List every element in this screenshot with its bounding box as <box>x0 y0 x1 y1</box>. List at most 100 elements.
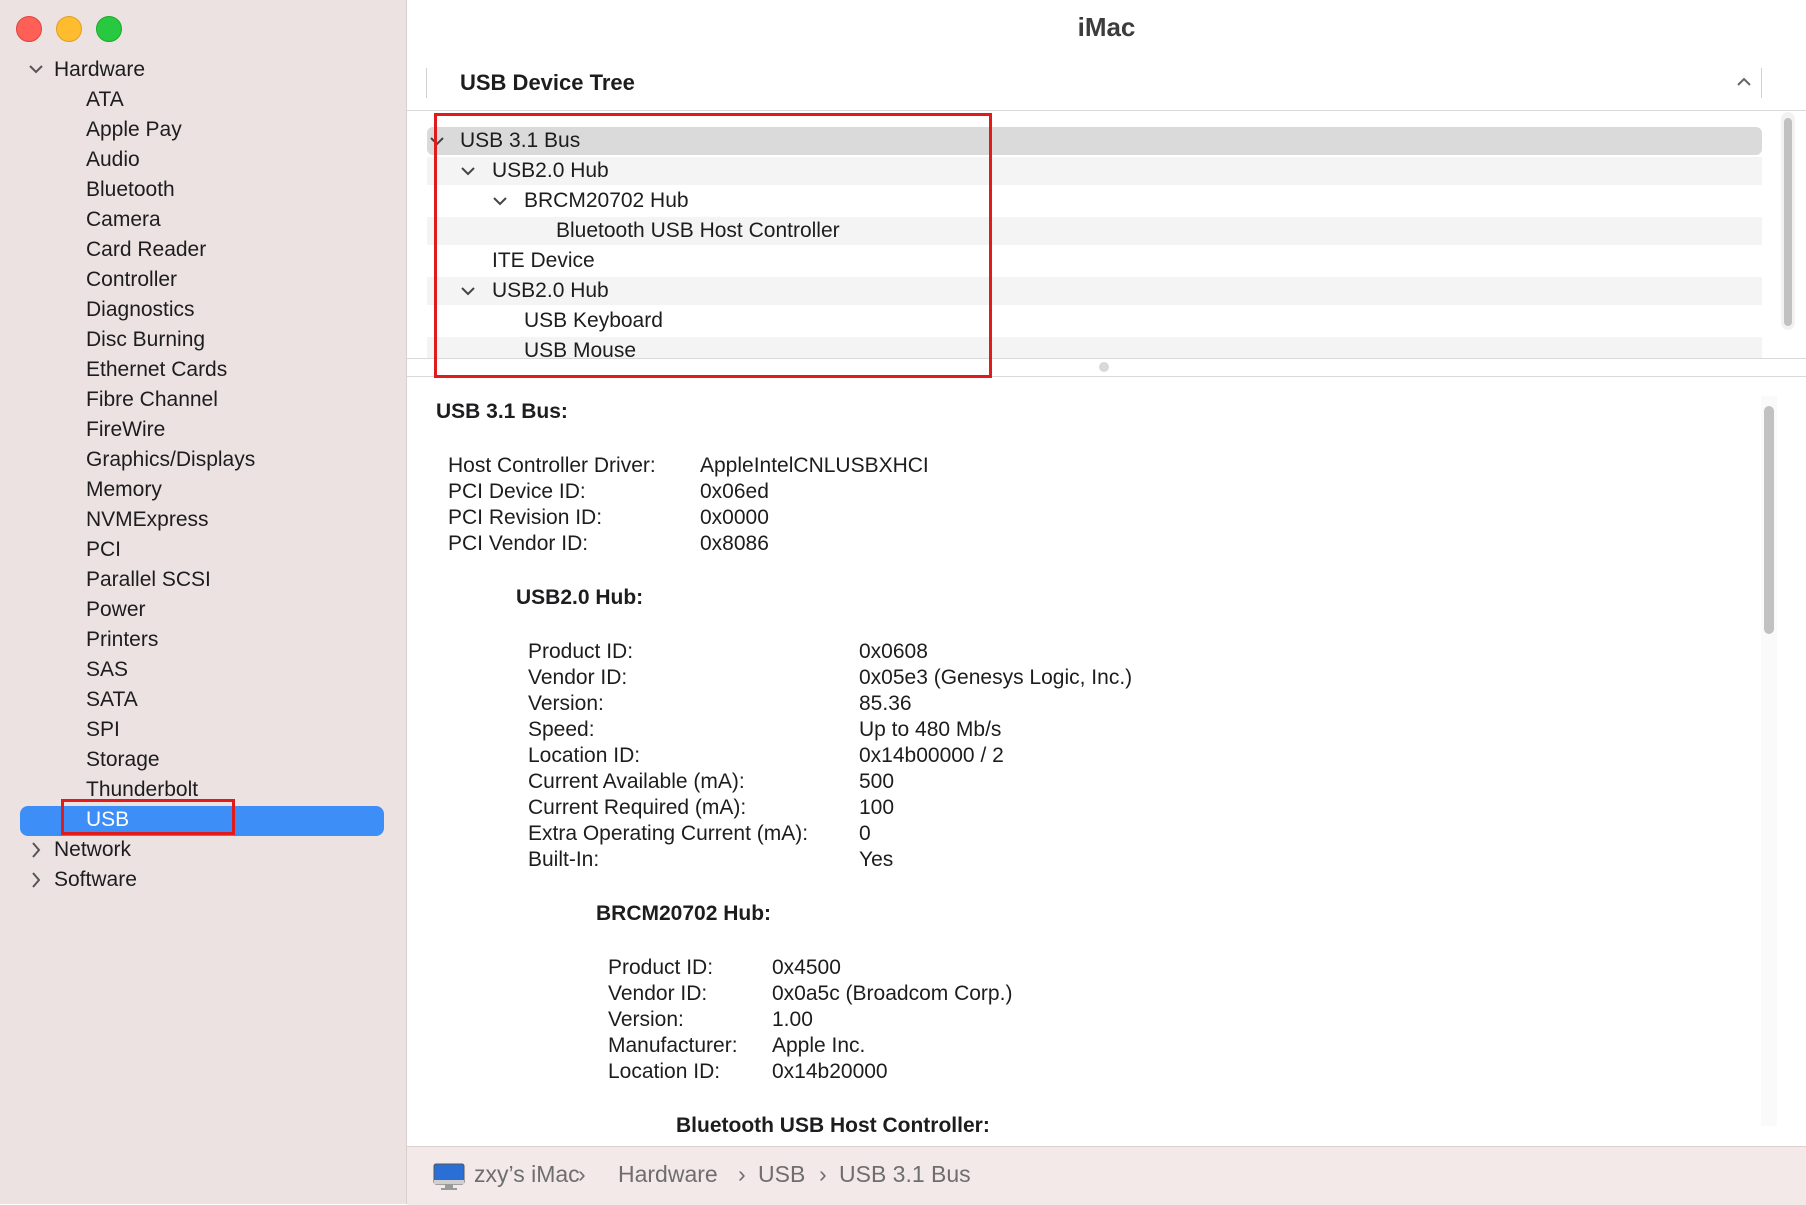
sidebar-item-sas[interactable]: SAS <box>0 655 406 685</box>
sidebar-item-ethernet-cards[interactable]: Ethernet Cards <box>0 355 406 385</box>
detail-value: 0x14b20000 <box>772 1060 888 1083</box>
detail-value: 500 <box>859 770 895 793</box>
sidebar-item-label: SAS <box>86 658 129 681</box>
detail-key: Version: <box>608 1008 684 1031</box>
sidebar-item-sata[interactable]: SATA <box>0 685 406 715</box>
zoom-window-button[interactable] <box>96 16 122 42</box>
detail-section-title: USB 3.1 Bus: <box>436 400 568 423</box>
chevron-down-icon <box>29 65 43 74</box>
detail-value: 0x0608 <box>859 640 928 663</box>
sidebar-item-apple-pay[interactable]: Apple Pay <box>0 115 406 145</box>
sidebar-item-parallel-scsi[interactable]: Parallel SCSI <box>0 565 406 595</box>
detail-key: Location ID: <box>608 1060 721 1083</box>
minimize-window-button[interactable] <box>56 16 82 42</box>
imac-icon <box>433 1163 465 1190</box>
annotation-highlight-box <box>61 799 235 835</box>
path-separator: › <box>578 1161 586 1187</box>
splitter-handle[interactable] <box>1099 362 1109 372</box>
tree-column-header[interactable]: USB Device Tree <box>426 68 1762 98</box>
sidebar-item-disc-burning[interactable]: Disc Burning <box>0 325 406 355</box>
sidebar-item-ata[interactable]: ATA <box>0 85 406 115</box>
scrollbar-thumb[interactable] <box>1784 118 1792 326</box>
sidebar-group-hardware[interactable]: Hardware <box>0 55 406 85</box>
close-window-button[interactable] <box>16 16 42 42</box>
tree-scrollbar[interactable] <box>1781 112 1795 330</box>
sidebar-item-card-reader[interactable]: Card Reader <box>0 235 406 265</box>
path-computer[interactable]: zxy’s iMac <box>474 1161 580 1188</box>
sidebar-item-label: Bluetooth <box>86 178 175 201</box>
sidebar-item-storage[interactable]: Storage <box>0 745 406 775</box>
sidebar-item-diagnostics[interactable]: Diagnostics <box>0 295 406 325</box>
sidebar-item-firewire[interactable]: FireWire <box>0 415 406 445</box>
sidebar-item-pci[interactable]: PCI <box>0 535 406 565</box>
sidebar-item-label: Storage <box>86 748 160 771</box>
sidebar-item-label: Controller <box>86 268 178 291</box>
sidebar-item-fibre-channel[interactable]: Fibre Channel <box>0 385 406 415</box>
sidebar-item-graphics-displays[interactable]: Graphics/Displays <box>0 445 406 475</box>
sidebar-item-nvmexpress[interactable]: NVMExpress <box>0 505 406 535</box>
sidebar-item-label: SPI <box>86 718 120 741</box>
detail-key: Extra Operating Current (mA): <box>528 822 809 845</box>
detail-value: 100 <box>859 796 895 819</box>
path-usb[interactable]: USB <box>758 1161 805 1188</box>
detail-scrollbar[interactable] <box>1761 396 1777 1126</box>
sidebar-item-printers[interactable]: Printers <box>0 625 406 655</box>
sidebar-item-spi[interactable]: SPI <box>0 715 406 745</box>
detail-value: 0 <box>859 822 871 845</box>
detail-value: 0x14b00000 / 2 <box>859 744 1004 767</box>
detail-key: Current Required (mA): <box>528 796 747 819</box>
sidebar-item-label: Printers <box>86 628 159 651</box>
sidebar-item-label: Power <box>86 598 146 621</box>
detail-section-title: Bluetooth USB Host Controller: <box>676 1114 990 1137</box>
detail-value: Up to 480 Mb/s <box>859 718 1002 741</box>
scrollbar-thumb[interactable] <box>1764 406 1774 634</box>
sidebar-item-label: Ethernet Cards <box>86 358 228 381</box>
detail-section-title: BRCM20702 Hub: <box>596 902 772 925</box>
sidebar-item-bluetooth[interactable]: Bluetooth <box>0 175 406 205</box>
detail-key: PCI Vendor ID: <box>448 532 589 555</box>
detail-key: Version: <box>528 692 604 715</box>
sidebar-item-label: Camera <box>86 208 161 231</box>
chevron-up-icon[interactable] <box>1734 72 1754 92</box>
detail-key: Vendor ID: <box>608 982 708 1005</box>
header-divider <box>1761 68 1762 98</box>
detail-value: Yes <box>859 848 894 871</box>
path-separator: › <box>819 1161 827 1187</box>
path-bar: zxy’s iMac › Hardware › USB › USB 3.1 Bu… <box>407 1146 1806 1205</box>
sidebar-item-label: Memory <box>86 478 162 501</box>
detail-key: Built-In: <box>528 848 600 871</box>
sidebar-item-label: NVMExpress <box>86 508 209 531</box>
main-panel: iMac USB Device Tree USB 3.1 Bus USB2.0 … <box>407 0 1806 1205</box>
chevron-right-icon <box>32 842 41 858</box>
detail-value: 1.00 <box>772 1008 813 1031</box>
detail-section-title: USB2.0 Hub: <box>516 586 644 609</box>
sidebar-item-camera[interactable]: Camera <box>0 205 406 235</box>
window-title: iMac <box>1077 12 1136 42</box>
divider <box>407 110 1806 111</box>
detail-value: 0x06ed <box>700 480 769 503</box>
annotation-highlight-box <box>434 113 992 378</box>
sidebar: Hardware ATA Apple Pay Audio Bluetooth C… <box>0 0 407 1204</box>
detail-key: Host Controller Driver: <box>448 454 656 477</box>
detail-value: 85.36 <box>859 692 912 715</box>
detail-key: Current Available (mA): <box>528 770 745 793</box>
detail-key: PCI Revision ID: <box>448 506 603 529</box>
path-usb-bus[interactable]: USB 3.1 Bus <box>839 1161 971 1188</box>
detail-value: Apple Inc. <box>772 1034 866 1057</box>
sidebar-group-network[interactable]: Network <box>0 835 406 865</box>
sidebar-item-audio[interactable]: Audio <box>0 145 406 175</box>
detail-value: 0x0000 <box>700 506 769 529</box>
sidebar-item-label: Graphics/Displays <box>86 448 256 471</box>
sidebar-item-power[interactable]: Power <box>0 595 406 625</box>
header-divider <box>426 68 427 98</box>
detail-key: Manufacturer: <box>608 1034 738 1057</box>
tree-header-title: USB Device Tree <box>460 70 635 95</box>
sidebar-item-label: SATA <box>86 688 138 711</box>
sidebar-group-label: Hardware <box>54 58 146 81</box>
path-hardware[interactable]: Hardware <box>618 1161 718 1188</box>
sidebar-item-controller[interactable]: Controller <box>0 265 406 295</box>
detail-key: Vendor ID: <box>528 666 628 689</box>
detail-value: 0x0a5c (Broadcom Corp.) <box>772 982 1013 1005</box>
sidebar-item-memory[interactable]: Memory <box>0 475 406 505</box>
sidebar-group-software[interactable]: Software <box>0 865 406 895</box>
